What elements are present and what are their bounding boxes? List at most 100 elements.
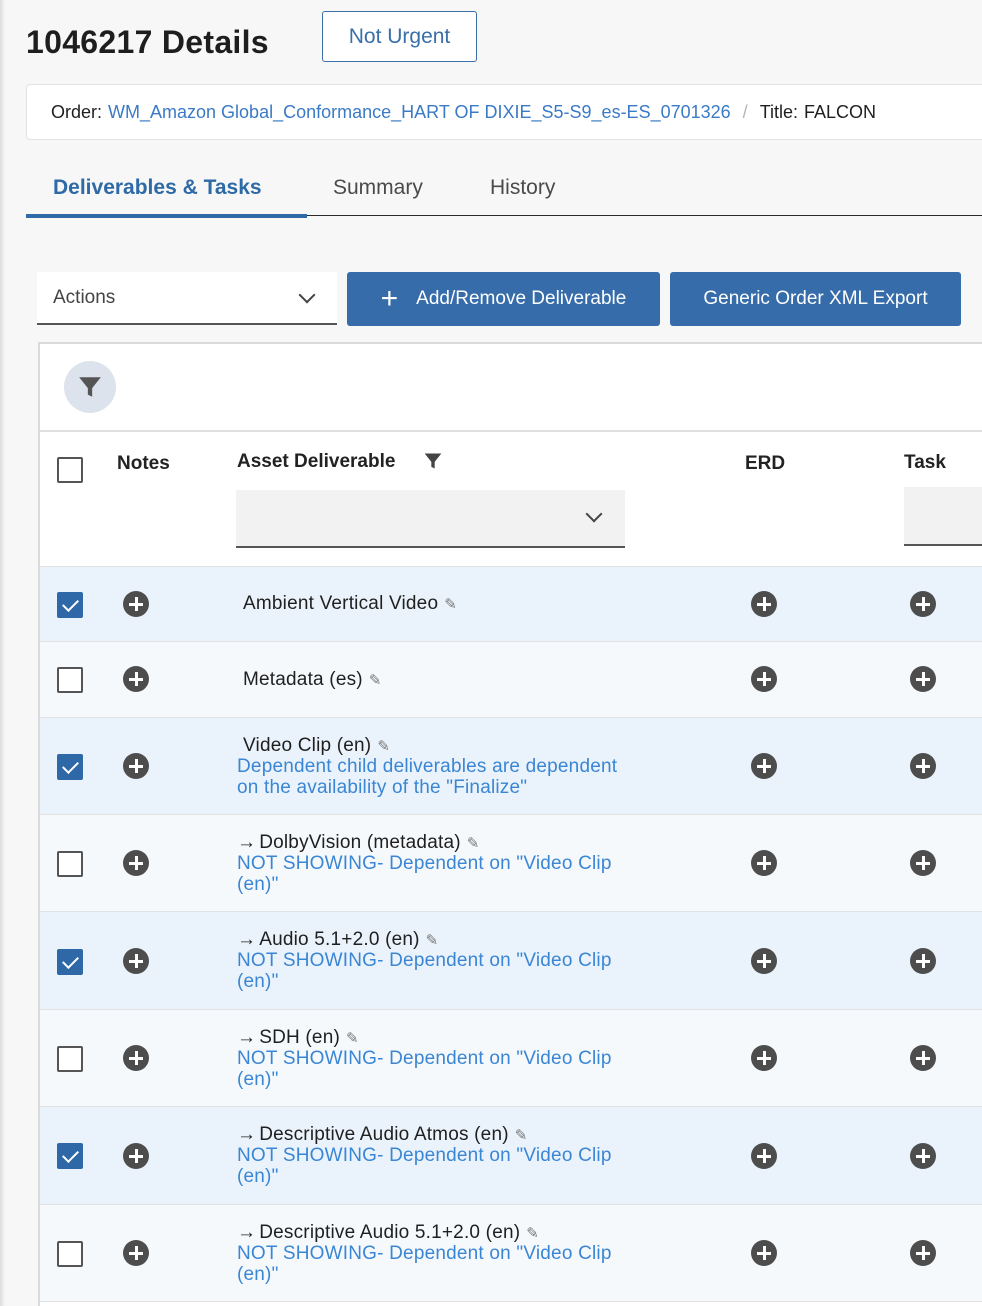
deliverable-name[interactable]: Metadata (es) ✎ [243,669,382,691]
deliverable-label: Descriptive Audio 5.1+2.0 (en) [259,1222,521,1243]
deliverable-name[interactable]: → Audio 5.1+2.0 (en) ✎ [237,929,438,951]
pencil-icon[interactable]: ✎ [467,835,480,852]
erd-column-header: ERD [745,453,786,474]
asset-deliverable-column-header[interactable]: Asset Deliverable [237,451,395,473]
title-value: FALCON [804,101,877,122]
chevron-down-icon [298,286,316,304]
add-task-icon[interactable] [910,1045,936,1071]
tab-bar: Deliverables & Tasks Summary History [26,165,982,218]
dependency-note: NOT SHOWING- Dependent on "Video Clip (e… [237,1048,612,1090]
deliverable-name[interactable]: → SDH (en) ✎ [237,1027,359,1049]
add-erd-icon[interactable] [751,1045,777,1071]
add-task-icon[interactable] [910,948,936,974]
add-note-icon[interactable] [123,1240,149,1266]
add-erd-icon[interactable] [751,948,777,974]
generic-order-xml-export-button[interactable]: Generic Order XML Export [670,272,961,326]
pencil-icon[interactable]: ✎ [444,596,457,613]
add-erd-icon[interactable] [751,753,777,779]
deliverable-label: Descriptive Audio Atmos (en) [259,1124,509,1145]
pencil-icon[interactable]: ✎ [426,932,439,949]
table-row[interactable]: → SDH (en) ✎ NOT SHOWING- Dependent on "Vi… [40,1010,982,1107]
dependency-note: NOT SHOWING- Dependent on "Video Clip (e… [237,1145,612,1187]
add-task-icon[interactable] [910,591,936,617]
child-arrow-icon: → [237,929,257,950]
dependency-note: NOT SHOWING- Dependent on "Video Clip (e… [237,950,612,992]
add-task-icon[interactable] [910,850,936,876]
table-row[interactable]: → Descriptive Audio 5.1+2.0 (en) ✎ NOT SHO… [40,1205,982,1302]
add-erd-icon[interactable] [751,591,777,617]
column-filter-icon[interactable] [423,451,443,471]
deliverable-label: DolbyVision (metadata) [259,832,461,853]
child-arrow-icon: → [237,1124,257,1145]
breadcrumb-separator: / [742,101,748,122]
add-erd-icon[interactable] [751,1240,777,1266]
pencil-icon[interactable]: ✎ [346,1030,359,1047]
add-note-icon[interactable] [123,753,149,779]
add-note-icon[interactable] [123,1045,149,1071]
row-checkbox[interactable] [57,851,83,877]
add-task-icon[interactable] [910,1240,936,1266]
table-row[interactable]: → DolbyVision (metadata) ✎ NOT SHOWING- De… [40,815,982,912]
add-erd-icon[interactable] [751,1143,777,1169]
deliverable-label: Video Clip (en) [243,735,372,756]
filter-toggle-button[interactable] [64,361,116,413]
task-filter-select[interactable] [904,487,982,546]
plus-icon: + [380,282,399,315]
table-row[interactable]: → Descriptive Audio Atmos (en) ✎ NOT SHOWI… [40,1107,982,1205]
row-checkbox[interactable] [57,754,83,780]
deliverable-label: Ambient Vertical Video [243,593,439,614]
add-erd-icon[interactable] [751,666,777,692]
add-remove-deliverable-button[interactable]: + Add/Remove Deliverable [347,272,660,326]
page-title: 1046217 Details [26,24,269,60]
grid-filter-bar [40,344,982,432]
urgency-button[interactable]: Not Urgent [322,11,477,62]
row-checkbox[interactable] [57,1046,83,1072]
pencil-icon[interactable]: ✎ [377,738,390,755]
table-row[interactable]: Metadata (es) ✎ [40,642,982,718]
tab-summary[interactable]: Summary [333,165,423,216]
add-erd-icon[interactable] [751,850,777,876]
task-column-header: Task [904,452,946,473]
order-label: Order: [51,101,103,122]
pencil-icon[interactable]: ✎ [515,1127,528,1144]
tab-history[interactable]: History [490,165,555,216]
row-checkbox[interactable] [57,1143,83,1169]
add-task-icon[interactable] [910,1143,936,1169]
add-note-icon[interactable] [123,591,149,617]
order-link[interactable]: WM_Amazon Global_Conformance_HART OF DIX… [108,102,731,123]
deliverable-label: Audio 5.1+2.0 (en) [259,929,420,950]
grid-header-row: Notes Asset Deliverable ERD Task [40,432,982,567]
row-checkbox[interactable] [57,1241,83,1267]
table-row[interactable]: Ambient Vertical Video ✎ [40,567,982,642]
page-edge [0,0,5,1306]
row-checkbox[interactable] [57,667,83,693]
tab-deliverables-tasks[interactable]: Deliverables & Tasks [26,165,307,218]
asset-deliverable-filter-select[interactable] [236,490,625,548]
actions-dropdown[interactable]: Actions [37,272,337,325]
title-label: Title: [759,101,799,122]
add-note-icon[interactable] [123,666,149,692]
child-arrow-icon: → [237,1222,257,1243]
table-row[interactable]: Video Clip (en) ✎ Dependent child deliver… [40,718,982,815]
select-all-checkbox[interactable] [57,457,83,483]
deliverable-name[interactable]: → Descriptive Audio 5.1+2.0 (en) ✎ [237,1222,539,1244]
pencil-icon[interactable]: ✎ [526,1225,539,1242]
row-checkbox[interactable] [57,592,83,618]
add-note-icon[interactable] [123,1143,149,1169]
deliverable-label: SDH (en) [259,1027,340,1048]
notes-column-header: Notes [117,453,170,474]
dependency-note: Dependent child deliverables are depende… [237,756,618,798]
deliverable-name[interactable]: → Descriptive Audio Atmos (en) ✎ [237,1124,528,1146]
add-note-icon[interactable] [123,850,149,876]
deliverable-name[interactable]: Video Clip (en) ✎ [243,735,390,757]
deliverable-name[interactable]: → DolbyVision (metadata) ✎ [237,832,480,854]
add-task-icon[interactable] [910,753,936,779]
pencil-icon[interactable]: ✎ [369,672,382,689]
deliverable-name[interactable]: Ambient Vertical Video ✎ [243,593,457,615]
row-checkbox[interactable] [57,949,83,975]
table-row[interactable]: → Audio 5.1+2.0 (en) ✎ NOT SHOWING- Depend… [40,912,982,1010]
add-note-icon[interactable] [123,948,149,974]
dependency-note: NOT SHOWING- Dependent on "Video Clip (e… [237,853,612,895]
deliverables-grid: Notes Asset Deliverable ERD Task Ambient… [38,342,982,1306]
add-task-icon[interactable] [910,666,936,692]
